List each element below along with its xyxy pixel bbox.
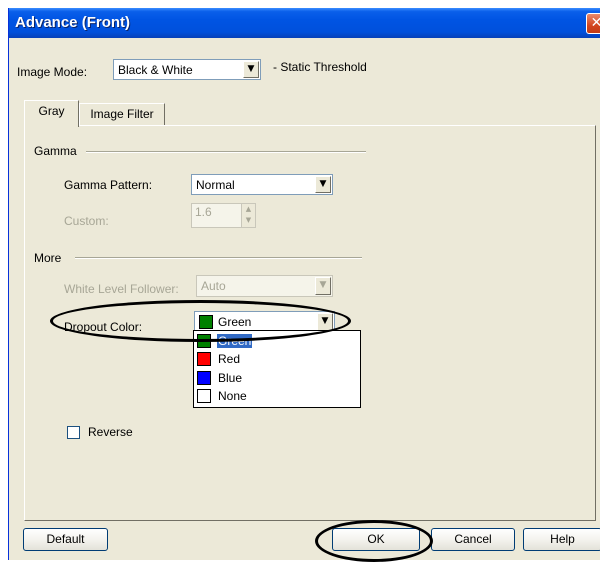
spin-down-icon[interactable]: ▼ [241, 215, 255, 227]
white-level-select[interactable]: Auto ▼ [196, 275, 333, 297]
image-mode-value: Black & White [118, 63, 193, 77]
dropout-color-label: Dropout Color: [64, 320, 143, 334]
custom-gamma-spinner[interactable]: 1.6 ▲ ▼ [191, 203, 256, 228]
more-group-divider [75, 257, 362, 259]
option-label: Red [218, 352, 241, 366]
chevron-down-icon[interactable]: ▼ [243, 61, 259, 78]
tab-gray[interactable]: Gray [24, 100, 79, 127]
option-label: Green [217, 334, 253, 348]
chevron-down-icon[interactable]: ▼ [315, 176, 331, 193]
more-group-label: More [34, 251, 62, 265]
red-swatch-icon [197, 352, 211, 366]
chevron-down-icon[interactable]: ▼ [315, 277, 331, 295]
gamma-group-label: Gamma [34, 144, 77, 158]
cancel-button[interactable]: Cancel [431, 528, 515, 551]
blue-swatch-icon [197, 371, 211, 385]
dialog-window: Advance (Front) ✕ Image Mode: Black & Wh… [8, 8, 600, 560]
gamma-group-divider [86, 151, 366, 153]
custom-gamma-value: 1.6 [195, 205, 212, 219]
close-icon: ✕ [590, 15, 600, 31]
gamma-pattern-value: Normal [196, 178, 235, 192]
help-button[interactable]: Help [523, 528, 600, 551]
tab-image-filter-label: Image Filter [90, 107, 154, 121]
ok-button[interactable]: OK [332, 528, 420, 551]
default-button[interactable]: Default [23, 528, 108, 551]
close-button[interactable]: ✕ [586, 13, 600, 34]
none-swatch-icon [197, 389, 211, 403]
dropdown-option-blue[interactable]: Blue [195, 370, 359, 388]
image-mode-select[interactable]: Black & White ▼ [113, 59, 261, 80]
gamma-pattern-select[interactable]: Normal ▼ [191, 174, 333, 195]
dropout-color-value: Green [218, 315, 252, 329]
title-bar[interactable]: Advance (Front) ✕ [9, 8, 600, 38]
option-label: None [218, 389, 247, 403]
dropdown-option-red[interactable]: Red [195, 351, 359, 369]
reverse-checkbox[interactable] [67, 426, 80, 439]
custom-label: Custom: [64, 214, 109, 228]
reverse-label[interactable]: Reverse [88, 425, 133, 439]
tab-image-filter[interactable]: Image Filter [79, 103, 165, 127]
window-title: Advance (Front) [15, 14, 131, 31]
tab-gray-label: Gray [38, 104, 65, 118]
green-swatch-icon [199, 315, 213, 329]
dropout-color-dropdown-list[interactable]: Green Red Blue None [193, 330, 361, 408]
green-swatch-icon [197, 334, 211, 348]
white-level-label: White Level Follower: [64, 282, 179, 296]
gamma-pattern-label: Gamma Pattern: [64, 178, 153, 192]
image-mode-label: Image Mode: [17, 65, 88, 79]
dropdown-option-green[interactable]: Green [195, 333, 359, 351]
white-level-value: Auto [201, 279, 226, 293]
dropdown-option-none[interactable]: None [195, 388, 359, 406]
chevron-down-icon[interactable]: ▼ [317, 313, 333, 331]
image-mode-note: - Static Threshold [273, 60, 367, 74]
option-label: Blue [218, 371, 243, 385]
